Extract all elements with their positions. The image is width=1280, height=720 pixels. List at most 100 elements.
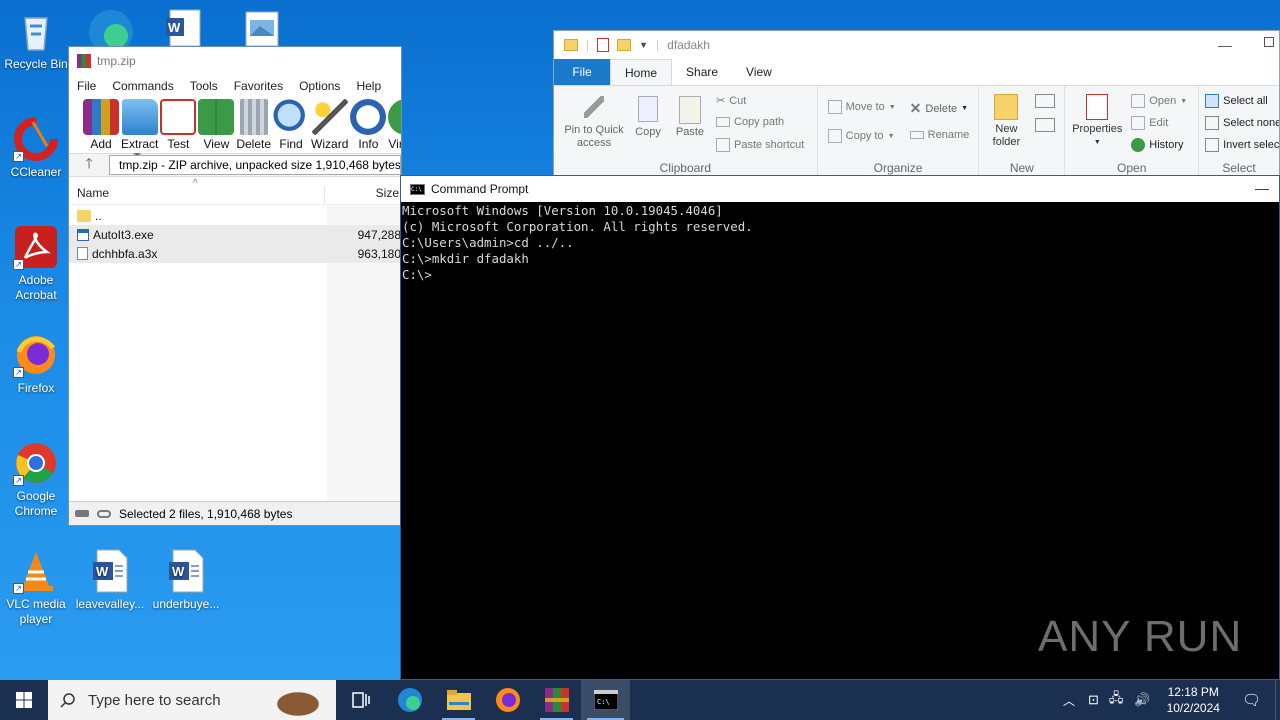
column-size[interactable]: Size (325, 186, 401, 204)
copy-to-button[interactable]: Copy to ▼ (827, 129, 895, 143)
pin-to-quick-access-button[interactable]: Pin to Quick access (558, 96, 630, 150)
move-to-button[interactable]: Move to ▼ (827, 100, 896, 114)
copy-button[interactable]: Copy (630, 96, 666, 139)
folder-icon (564, 39, 578, 51)
tab-view[interactable]: View (732, 59, 786, 85)
wizard-button[interactable]: Wizard (311, 97, 348, 153)
edit-button[interactable]: Edit (1131, 116, 1168, 130)
customize-dropdown-icon[interactable]: ▼ (639, 40, 648, 50)
clock-time: 12:18 PM (1167, 685, 1219, 699)
desktop-icon-leavevalley[interactable]: W leavevalley... (74, 548, 146, 612)
tab-file[interactable]: File (554, 59, 610, 85)
invert-selection-button[interactable]: Invert selection (1205, 138, 1279, 152)
copy-path-button[interactable]: Copy path (716, 116, 784, 128)
delete-button[interactable]: ✕ Delete ▼ (910, 100, 968, 117)
menu-options[interactable]: Options (299, 79, 340, 93)
menu-tools[interactable]: Tools (190, 79, 218, 93)
desktop-icon-label: underbuye... (152, 597, 220, 611)
desktop-icon-adobe-acrobat[interactable]: ↗ Adobe Acrobat (0, 224, 72, 303)
archive-path-field[interactable]: tmp.zip - ZIP archive, unpacked size 1,9… (109, 155, 401, 175)
edge-desktop-icon[interactable] (86, 6, 136, 54)
taskbar-edge[interactable] (385, 680, 434, 720)
paste-shortcut-icon (716, 138, 730, 152)
desktop-icon-firefox[interactable]: ↗ Firefox (0, 332, 72, 396)
tab-share[interactable]: Share (672, 59, 732, 85)
new-folder-button[interactable]: New folder (985, 94, 1027, 149)
volume-icon[interactable]: 🔊 (1128, 692, 1156, 708)
meet-now-icon[interactable]: ⊡ (1083, 692, 1104, 708)
properties-quick-icon[interactable] (597, 38, 610, 52)
properties-button[interactable]: Properties ▼ (1069, 94, 1125, 149)
extract-to-button[interactable]: Extract To (121, 97, 158, 165)
taskbar-search-box[interactable]: Type here to search (48, 680, 336, 720)
easy-access-icon[interactable] (1035, 118, 1056, 132)
cmd-line: (c) Microsoft Corporation. All rights re… (402, 219, 753, 234)
taskbar-firefox[interactable] (483, 680, 532, 720)
bear-illustration-icon (266, 686, 330, 716)
select-all-button[interactable]: Select all (1205, 94, 1268, 108)
folder-up-icon (77, 209, 91, 222)
menu-help[interactable]: Help (356, 79, 381, 93)
tab-home[interactable]: Home (610, 59, 673, 85)
taskbar-file-explorer[interactable] (434, 680, 483, 720)
rename-button[interactable]: Rename (909, 129, 969, 141)
task-view-button[interactable] (336, 680, 385, 720)
show-hidden-icons-icon[interactable]: ︿ (1055, 692, 1083, 709)
image-file-icon[interactable] (244, 10, 280, 47)
explorer-titlebar[interactable]: | ▼ | dfadakh — (554, 31, 1279, 59)
cmd-output[interactable]: Microsoft Windows [Version 10.0.19045.40… (401, 202, 1279, 283)
menu-file[interactable]: File (77, 79, 96, 93)
wizard-button-label: Wizard (311, 137, 349, 151)
minimize-button[interactable]: — (1255, 180, 1269, 196)
file-row[interactable]: AutoIt3.exe 947,288 (69, 225, 401, 244)
edit-icon (1131, 116, 1146, 130)
desktop-icon-google-chrome[interactable]: ↗ Google Chrome (0, 440, 72, 519)
notification-icon[interactable]: 🗨 (1230, 691, 1275, 709)
add-button[interactable]: Add (83, 97, 119, 153)
command-prompt-window[interactable]: C:\ Command Prompt — Microsoft Windows [… (400, 175, 1280, 680)
new-folder-quick-icon[interactable] (617, 39, 632, 51)
open-button[interactable]: Open ▼ (1131, 94, 1187, 108)
taskbar-winrar[interactable] (532, 680, 581, 720)
paste-shortcut-label: Paste shortcut (734, 139, 805, 151)
test-button[interactable]: Test (160, 97, 197, 153)
word-document-icon[interactable]: W (164, 8, 204, 47)
new-item-icon[interactable] (1035, 94, 1056, 108)
desktop-icon-underbuye[interactable]: W underbuye... (150, 548, 222, 612)
desktop-icon-vlc[interactable]: ↗ VLC media player (0, 548, 72, 627)
winrar-window[interactable]: tmp.zip File Commands Tools Favorites Op… (68, 46, 403, 526)
info-button[interactable]: Info (350, 97, 387, 153)
find-button[interactable]: Find (273, 97, 310, 153)
ribbon-group-open: Properties ▼ Open ▼ Edit History Open (1065, 86, 1200, 176)
network-icon[interactable]: 🖧 (1104, 689, 1129, 711)
taskbar-clock[interactable]: 12:18 PM 10/2/2024 (1157, 684, 1230, 716)
select-none-button[interactable]: Select none (1205, 116, 1279, 130)
menu-commands[interactable]: Commands (112, 79, 173, 93)
explorer-window[interactable]: | ▼ | dfadakh — File Home Share View Pin… (553, 30, 1280, 176)
show-desktop-button[interactable] (1275, 680, 1280, 720)
column-name[interactable]: Name ^ (69, 178, 326, 204)
view-button-label: View (203, 137, 230, 151)
history-button[interactable]: History (1131, 138, 1184, 152)
delete-button-label: Delete (236, 137, 272, 151)
view-button[interactable]: View (198, 97, 235, 153)
desktop-icon-recycle-bin[interactable]: Recycle Bin (0, 8, 72, 72)
winrar-titlebar[interactable]: tmp.zip (69, 47, 401, 75)
taskbar-command-prompt[interactable]: C:\ (581, 680, 630, 720)
maximize-button[interactable] (1264, 37, 1274, 47)
cmd-titlebar[interactable]: C:\ Command Prompt — (401, 176, 1279, 202)
start-button[interactable] (0, 680, 48, 720)
file-row[interactable]: dchhbfa.a3x 963,180 (69, 244, 401, 263)
virus-scan-button[interactable]: Vir (388, 97, 401, 153)
paste-shortcut-button[interactable]: Paste shortcut (716, 138, 804, 152)
paste-button[interactable]: Paste (672, 96, 708, 139)
desktop-icon-ccleaner[interactable]: ↗ CCleaner (0, 116, 72, 180)
up-arrow-icon[interactable]: 🡑 (69, 153, 109, 177)
delete-button[interactable]: Delete (236, 97, 271, 153)
menu-favorites[interactable]: Favorites (234, 79, 283, 93)
minimize-button[interactable]: — (1218, 37, 1232, 53)
cmd-icon: C:\ (593, 690, 618, 710)
key-icon (97, 509, 111, 518)
file-row[interactable]: .. (69, 206, 401, 225)
cut-button[interactable]: ✂ Cut (716, 94, 746, 108)
